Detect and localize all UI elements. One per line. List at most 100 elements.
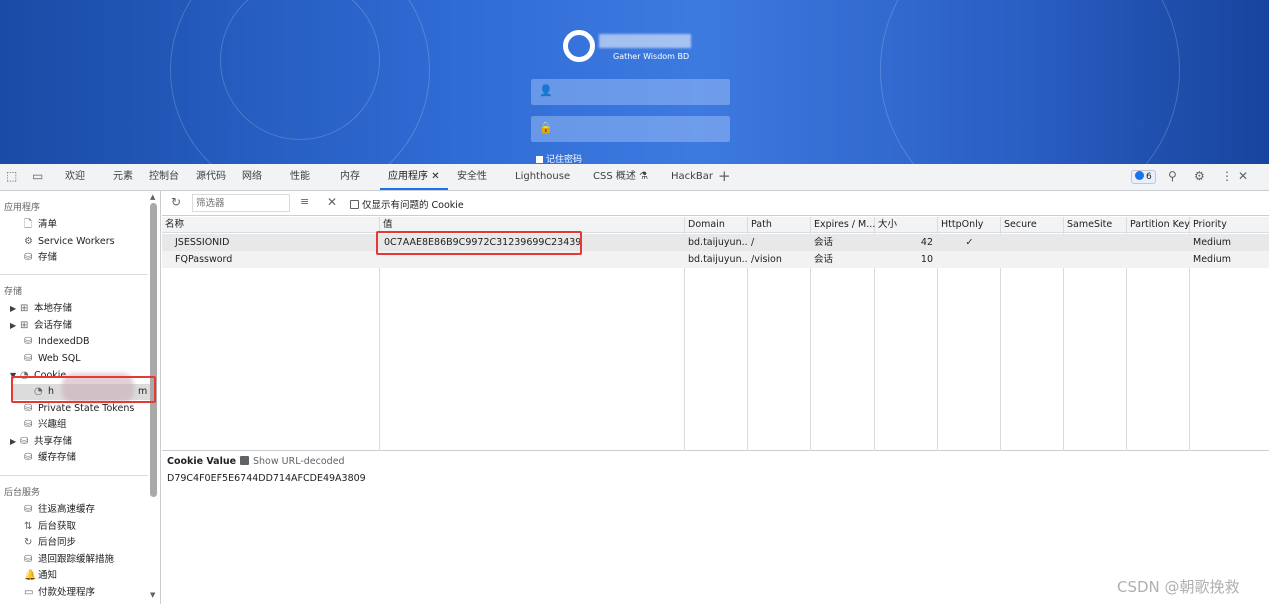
scroll-down-icon[interactable]: ▼ (150, 591, 155, 599)
sidebar-item-private-state-tokens[interactable]: ⛁ Private State Tokens (24, 401, 134, 417)
watermark: CSDN @朝歌挽救 (1117, 578, 1240, 596)
tab-lighthouse[interactable]: Lighthouse (515, 164, 570, 190)
column-header-domain[interactable]: Domain (685, 217, 748, 233)
devtools-tab-bar: ⬚ ▭ 欢迎 元素 控制台 源代码 网络 性能 内存 应用程序 ✕ 安全性 Li… (0, 164, 1269, 191)
more-tabs-plus-icon[interactable]: + (718, 167, 731, 185)
sidebar-item-notifications[interactable]: 🔔 通知 (24, 568, 57, 584)
inspect-element-icon[interactable]: ⬚ (6, 169, 17, 183)
tab-performance[interactable]: 性能 (290, 164, 310, 190)
cell-partition-key (1127, 234, 1190, 251)
tab-memory[interactable]: 内存 (340, 164, 360, 190)
sidebar-item-web-sql[interactable]: ⛁ Web SQL (24, 351, 81, 367)
close-devtools-icon[interactable]: ✕ (1238, 169, 1248, 183)
tab-css-overview[interactable]: CSS 概述 ⚗ (593, 164, 648, 190)
bell-icon: 🔔 (24, 570, 37, 581)
column-header-name[interactable]: 名称 (162, 217, 380, 233)
database-icon: ⛁ (24, 452, 33, 463)
tab-application[interactable]: 应用程序 ✕ (380, 164, 448, 190)
gear-icon[interactable]: ⚙ (1194, 169, 1205, 183)
tab-css-overview-label: CSS 概述 (593, 171, 636, 182)
sidebar-item-storage[interactable]: ⛁ 存储 (24, 250, 57, 266)
gear-icon: ⚙ (24, 236, 33, 247)
logo-name-redacted (599, 34, 691, 48)
sidebar-item-background-fetch[interactable]: ⇅ 后台获取 (24, 519, 76, 535)
tab-console[interactable]: 控制台 (149, 164, 179, 190)
column-header-path[interactable]: Path (748, 217, 811, 233)
checkbox-checked-icon (240, 456, 249, 465)
database-icon: ⛁ (24, 252, 33, 263)
expand-arrow-icon[interactable]: ▶ (10, 434, 20, 450)
divider (0, 475, 148, 476)
device-toolbar-icon[interactable]: ▭ (32, 169, 43, 183)
sidebar-item-interest-groups[interactable]: ⛁ 兴趣组 (24, 417, 67, 433)
cell-size: 42 (920, 237, 933, 248)
scroll-up-icon[interactable]: ▲ (150, 193, 155, 201)
sidebar-item-session-storage[interactable]: ▶ ⊞ 会话存储 (10, 318, 72, 334)
tab-elements[interactable]: 元素 (113, 164, 133, 190)
cell-path: /vision (751, 254, 782, 265)
tab-welcome[interactable]: 欢迎 (65, 164, 85, 190)
username-field[interactable]: 👤 (531, 79, 730, 105)
table-row[interactable]: JSESSIONID 0C7AAE8E86B9C9972C31239699C23… (162, 234, 1269, 251)
column-header-partition-key[interactable]: Partition Key (1127, 217, 1190, 233)
close-tab-icon[interactable]: ✕ (431, 171, 439, 182)
column-header-httponly[interactable]: HttpOnly (938, 217, 1001, 233)
clear-all-icon[interactable]: ✕ (327, 195, 337, 209)
tab-security[interactable]: 安全性 (457, 164, 487, 190)
sidebar-item-shared-storage[interactable]: ▶ ⛁ 共享存储 (10, 434, 72, 450)
tab-sources[interactable]: 源代码 (196, 164, 226, 190)
refresh-icon[interactable]: ↻ (171, 195, 181, 209)
connections-icon[interactable]: ⚲ (1168, 169, 1177, 183)
password-field[interactable]: 🔒 (531, 116, 730, 142)
filter-input[interactable] (192, 194, 290, 212)
issues-badge[interactable]: 6 (1131, 170, 1156, 184)
remember-password-label: 记住密码 (546, 155, 583, 164)
sync-icon: ↻ (24, 537, 33, 548)
table-row[interactable]: FQPassword bd.taijuyun... /vision 会话 10 … (162, 251, 1269, 268)
sidebar-item-manifest[interactable]: 🗋 清单 (24, 217, 57, 233)
sidebar-item-label: 往返高速缓存 (38, 504, 96, 515)
issues-icon (1135, 171, 1144, 180)
sidebar-item-background-sync[interactable]: ↻ 后台同步 (24, 535, 76, 551)
sidebar-item-bfcache[interactable]: ⛁ 往返高速缓存 (24, 502, 95, 518)
cell-partition-key (1127, 251, 1190, 268)
sidebar-item-label: 兴趣组 (38, 419, 67, 430)
cell-priority: Medium (1193, 237, 1231, 248)
cell-httponly (938, 251, 1001, 268)
remember-password-checkbox[interactable]: 记住密码 (536, 152, 582, 164)
sidebar-item-service-workers[interactable]: ⚙ Service Workers (24, 234, 115, 250)
only-issues-checkbox[interactable]: 仅显示有问题的 Cookie (350, 197, 464, 211)
tab-hackbar[interactable]: HackBar (671, 164, 713, 190)
expand-arrow-icon[interactable]: ▶ (10, 301, 20, 317)
column-header-secure[interactable]: Secure (1001, 217, 1064, 233)
highlight-box-cookie-domain (11, 376, 156, 403)
sidebar-item-label: Service Workers (38, 236, 115, 247)
column-header-size[interactable]: 大小 (875, 217, 938, 233)
database-icon: ⛁ (20, 436, 29, 447)
section-background-services: 后台服务 (4, 488, 41, 498)
cookie-value-text[interactable]: D79C4F0EF5E6744DD714AFCDE49A3809 (167, 473, 366, 484)
cell-name: JSESSIONID (175, 237, 230, 248)
cell-domain: bd.taijuyun... (688, 237, 748, 248)
sidebar-item-indexeddb[interactable]: ⛁ IndexedDB (24, 334, 90, 350)
column-header-samesite[interactable]: SameSite (1064, 217, 1127, 233)
expand-arrow-icon[interactable]: ▶ (10, 318, 20, 334)
sidebar-item-label: 后台获取 (38, 521, 77, 532)
sidebar-item-local-storage[interactable]: ▶ ⊞ 本地存储 (10, 301, 72, 317)
sidebar-item-label: 本地存储 (34, 303, 73, 314)
show-url-decoded-checkbox[interactable]: Show URL-decoded (240, 456, 345, 467)
decorative-ring (880, 0, 1180, 164)
tab-network[interactable]: 网络 (242, 164, 262, 190)
column-header-expires[interactable]: Expires / M... (811, 217, 875, 233)
sidebar-item-payment-handler[interactable]: ▭ 付款处理程序 (24, 585, 95, 601)
sidebar-item-cache-storage[interactable]: ⛁ 缓存存储 (24, 450, 76, 466)
more-options-icon[interactable]: ⋮ (1221, 169, 1233, 183)
database-icon: ⛁ (24, 419, 33, 430)
sidebar-item-bounce-tracking[interactable]: ⛁ 退回跟踪缓解措施 (24, 552, 114, 568)
clear-filtered-icon[interactable]: ≡ (300, 195, 309, 208)
show-url-decoded-label: Show URL-decoded (253, 456, 345, 467)
sidebar-scrollbar[interactable] (150, 203, 157, 497)
divider (0, 274, 148, 275)
column-header-priority[interactable]: Priority (1190, 217, 1269, 233)
cell-expires: 会话 (814, 237, 834, 248)
